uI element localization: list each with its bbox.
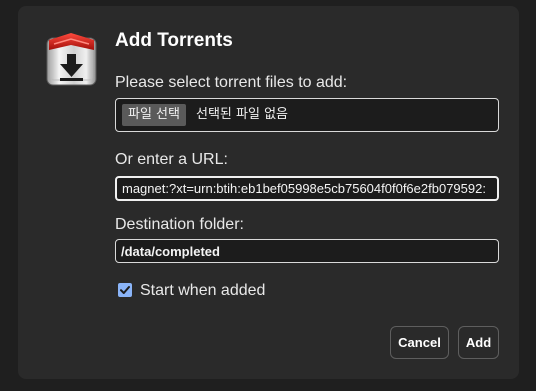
add-button[interactable]: Add [458, 326, 499, 359]
torrent-files-label: Please select torrent files to add: [115, 74, 348, 91]
choose-file-button[interactable]: 파일 선택 [122, 104, 186, 126]
url-input[interactable] [115, 176, 499, 201]
add-torrents-dialog: Add Torrents Please select torrent files… [18, 6, 519, 379]
destination-folder-input[interactable] [115, 239, 499, 263]
torrent-file-picker[interactable]: 파일 선택 선택된 파일 없음 [115, 98, 499, 132]
checkmark-icon [120, 286, 130, 294]
start-when-added-checkbox[interactable] [118, 283, 132, 297]
cancel-button[interactable]: Cancel [390, 326, 449, 359]
url-label: Or enter a URL: [115, 151, 228, 168]
dialog-title: Add Torrents [115, 30, 233, 51]
destination-folder-label: Destination folder: [115, 216, 244, 233]
transmission-app-icon [45, 30, 98, 87]
start-when-added-label: Start when added [140, 282, 266, 299]
file-selection-status: 선택된 파일 없음 [196, 107, 288, 122]
